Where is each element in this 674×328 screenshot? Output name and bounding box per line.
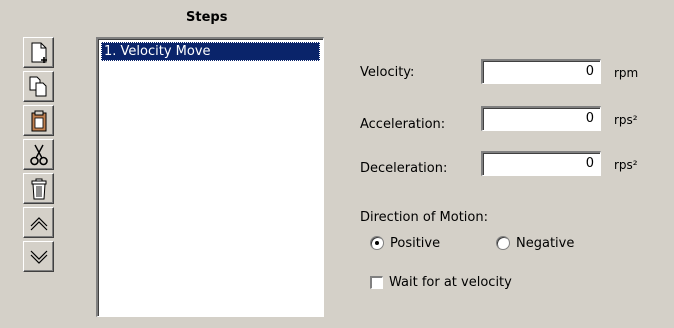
paste-icon xyxy=(31,110,47,132)
acceleration-input[interactable]: 0 xyxy=(481,106,601,131)
direction-of-motion-label: Direction of Motion: xyxy=(360,210,488,225)
move-step-up-button[interactable] xyxy=(23,207,54,238)
velocity-label: Velocity: xyxy=(360,65,415,80)
velocity-unit: rpm xyxy=(614,66,639,80)
delete-step-button[interactable] xyxy=(23,173,54,204)
wait-for-velocity-checkbox[interactable]: Wait for at velocity xyxy=(370,275,512,290)
copy-icon xyxy=(29,76,47,97)
paste-step-button[interactable] xyxy=(23,105,54,136)
velocity-move-step-editor: Steps 1. Velocity Move Velocity: 0 rpm A… xyxy=(0,0,674,328)
checkbox-unchecked-icon xyxy=(370,276,383,289)
cut-icon xyxy=(30,144,48,166)
velocity-input[interactable]: 0 xyxy=(481,59,601,84)
acceleration-unit: rps² xyxy=(614,113,638,127)
steps-title: Steps xyxy=(186,10,228,25)
new-step-button[interactable] xyxy=(23,37,54,68)
move-up-icon xyxy=(30,217,48,231)
acceleration-label: Acceleration: xyxy=(360,117,446,132)
copy-step-button[interactable] xyxy=(23,71,54,102)
new-page-icon xyxy=(31,42,47,63)
wait-for-velocity-label: Wait for at velocity xyxy=(389,275,512,290)
direction-negative-label: Negative xyxy=(516,235,575,251)
delete-icon xyxy=(31,178,47,200)
deceleration-input[interactable]: 0 xyxy=(481,151,601,176)
direction-positive-radio[interactable]: Positive xyxy=(370,234,440,252)
radio-unchecked-icon xyxy=(496,236,510,250)
direction-positive-label: Positive xyxy=(390,235,441,251)
deceleration-label: Deceleration: xyxy=(360,161,448,176)
steps-list[interactable]: 1. Velocity Move xyxy=(96,37,324,317)
move-step-down-button[interactable] xyxy=(23,241,54,272)
direction-negative-radio[interactable]: Negative xyxy=(496,234,574,252)
deceleration-unit: rps² xyxy=(614,158,638,172)
steps-list-item[interactable]: 1. Velocity Move xyxy=(101,42,320,61)
move-down-icon xyxy=(30,250,48,264)
radio-checked-icon xyxy=(370,236,384,250)
cut-step-button[interactable] xyxy=(23,139,54,170)
